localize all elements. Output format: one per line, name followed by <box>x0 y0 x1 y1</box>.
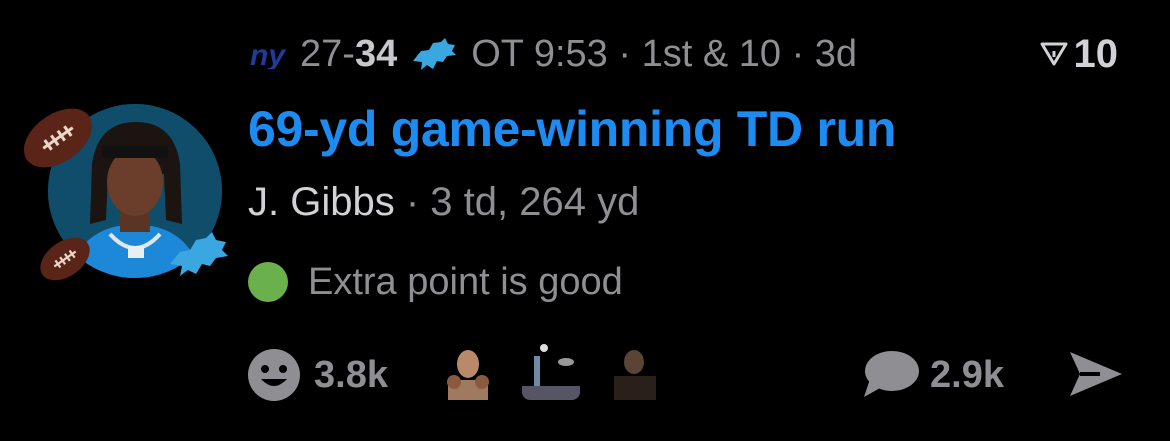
player-name: J. Gibbs <box>248 180 395 224</box>
away-score: 27 <box>300 32 343 75</box>
play-status: Extra point is good <box>248 258 623 306</box>
reaction-thumbnail[interactable] <box>522 342 580 400</box>
reaction-button[interactable]: 3.8k <box>246 347 388 403</box>
comments-button[interactable]: 2.9k <box>862 347 1004 403</box>
upvote-rank[interactable]: 10 <box>1040 30 1119 78</box>
home-score: 34 <box>354 32 398 75</box>
svg-text:ny: ny <box>250 39 286 69</box>
game-state: OT 9:53 · 1st & 10 · 3d <box>471 32 858 75</box>
game-score-line[interactable]: ny 27 - 34 OT 9:53 · 1st & 10 · 3d <box>248 30 857 78</box>
lions-logo-icon <box>413 38 457 70</box>
comments-count: 2.9k <box>930 353 1004 396</box>
comment-bubble-icon <box>864 351 919 397</box>
lions-logo-icon <box>170 232 228 276</box>
status-dot <box>248 262 288 302</box>
player-line[interactable]: J. Gibbs · 3 td, 264 yd <box>248 180 639 225</box>
player-stats: · 3 td, 264 yd <box>394 180 640 224</box>
score-separator: - <box>342 32 355 75</box>
giants-logo-icon: ny <box>250 39 286 69</box>
rank-value: 10 <box>1073 31 1119 76</box>
reaction-thumbnail[interactable] <box>438 342 496 400</box>
share-icon[interactable] <box>1066 348 1124 400</box>
reactions-count: 3.8k <box>314 353 388 396</box>
smiley-icon <box>248 349 300 401</box>
reaction-thumbnail[interactable] <box>606 342 664 400</box>
vote-arrow-icon <box>1040 42 1067 66</box>
play-headline[interactable]: 69-yd game-winning TD run <box>248 100 896 158</box>
status-text: Extra point is good <box>308 260 623 303</box>
